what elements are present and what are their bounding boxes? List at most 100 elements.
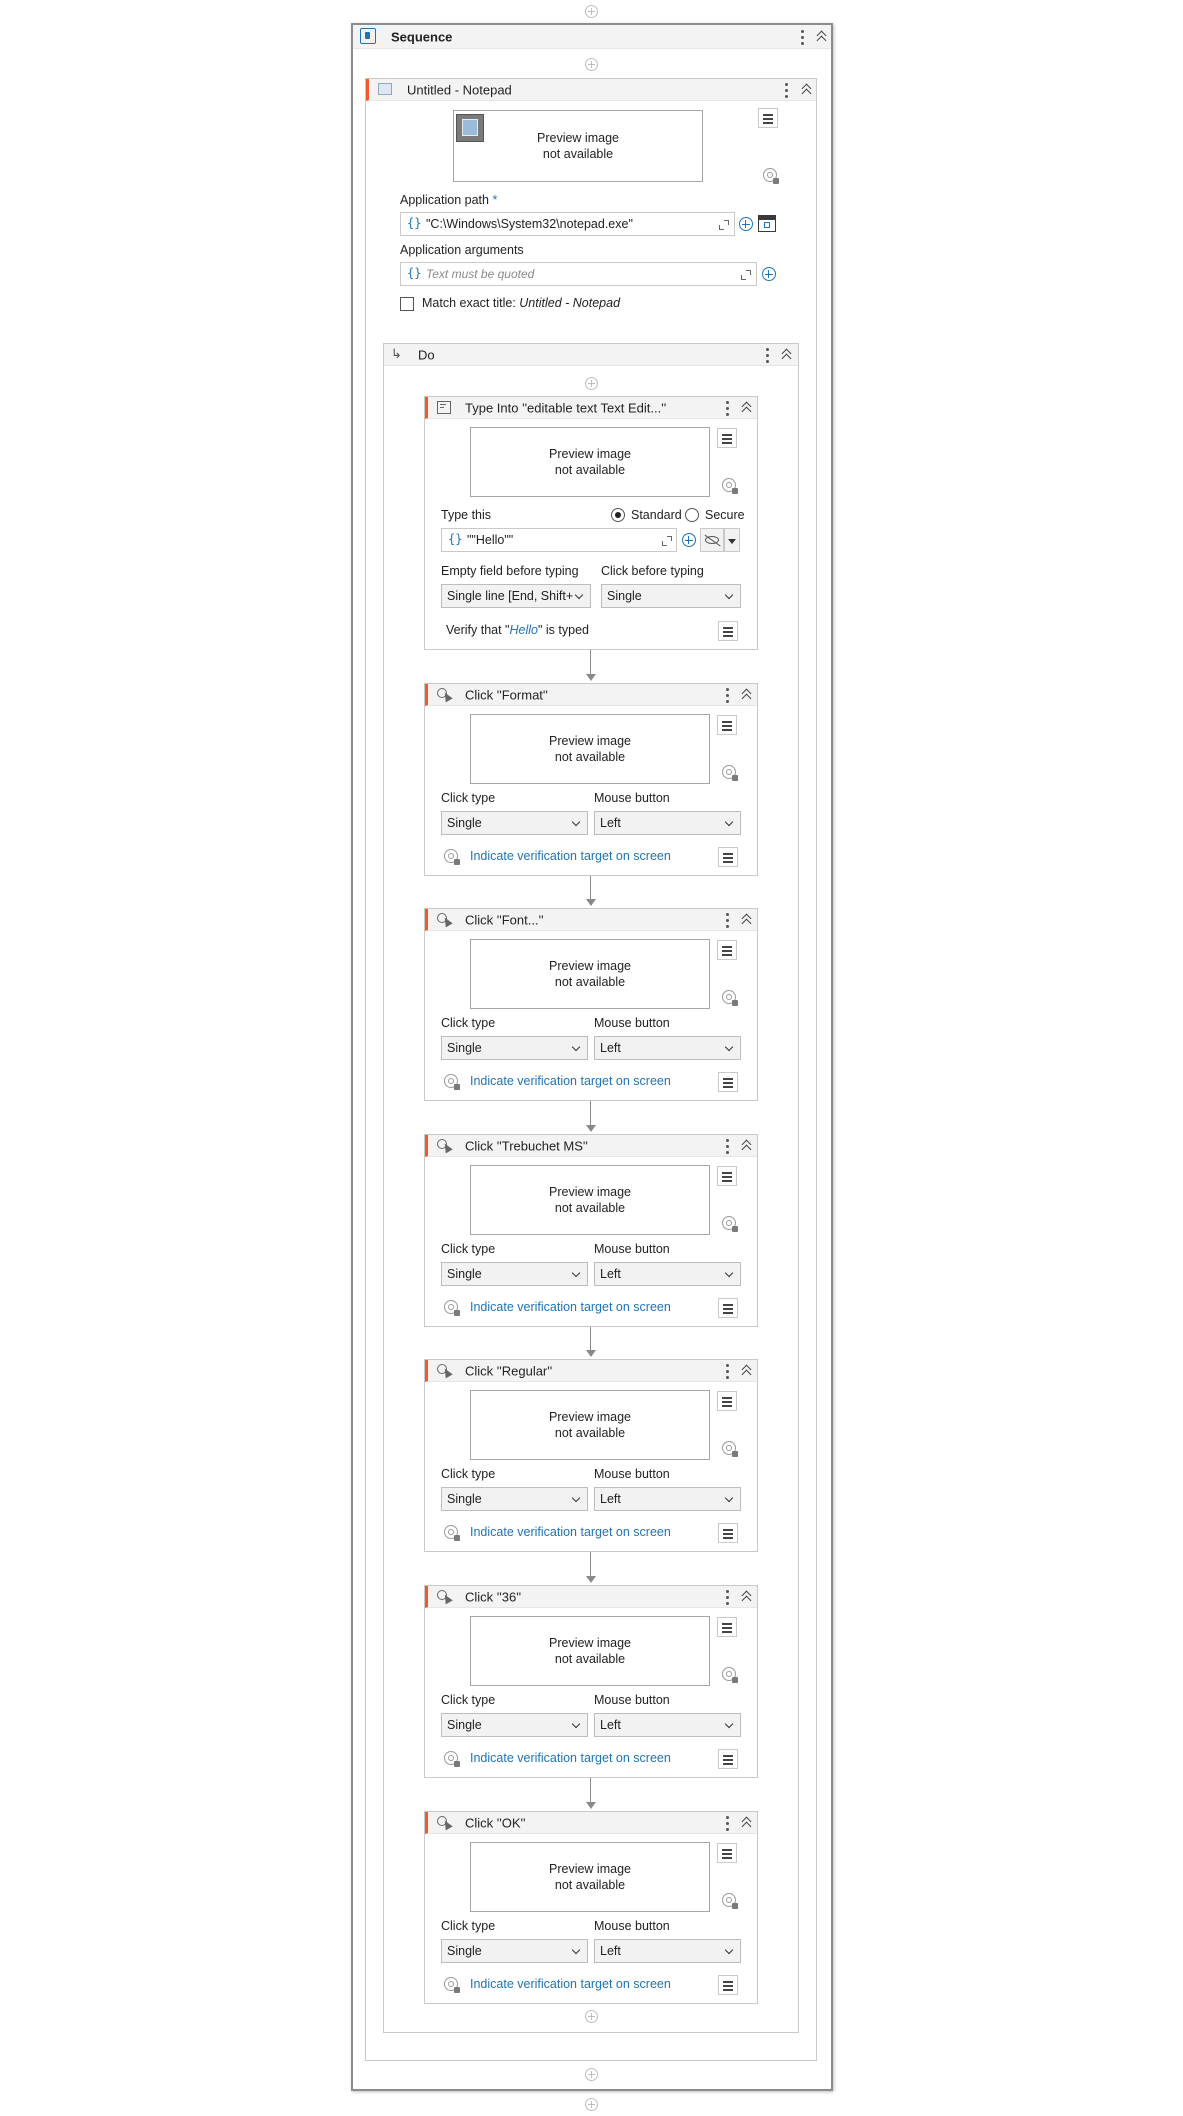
app-args-add-icon[interactable] <box>762 267 776 281</box>
open-app-header[interactable]: Untitled - Notepad <box>366 79 816 101</box>
mouse-button-select[interactable]: Left <box>594 1036 741 1060</box>
click-header[interactable]: Click ''Trebuchet MS'' <box>425 1135 757 1157</box>
add-activity-top-icon[interactable] <box>585 5 598 18</box>
open-app-target-icon[interactable] <box>763 168 779 184</box>
click-type-label: Click type <box>441 791 496 805</box>
indicate-verification-link[interactable]: Indicate verification target on screen <box>470 1300 671 1314</box>
app-path-field[interactable]: {} "C:\Windows\System32\notepad.exe" <box>400 212 735 236</box>
click-header[interactable]: Click ''OK'' <box>425 1812 757 1834</box>
hide-text-icon[interactable] <box>700 528 724 552</box>
verification-menu-icon[interactable] <box>718 1072 738 1092</box>
click-menu-icon[interactable] <box>717 1391 737 1411</box>
secure-radio[interactable] <box>685 508 699 522</box>
sequence-more-icon[interactable] <box>801 29 805 45</box>
indicate-verification-link[interactable]: Indicate verification target on screen <box>470 1525 671 1539</box>
do-collapse-icon[interactable] <box>781 348 793 360</box>
verification-menu-icon[interactable] <box>718 1975 738 1995</box>
add-activity-bottom-icon[interactable] <box>585 2098 598 2111</box>
add-activity-icon[interactable] <box>585 377 598 390</box>
click-target-icon[interactable] <box>722 990 738 1006</box>
click-type-select[interactable]: Single <box>441 1262 588 1286</box>
expand-icon[interactable] <box>662 536 672 546</box>
flow-arrow-icon <box>586 1576 596 1583</box>
click-title: Click ''Format'' <box>465 687 548 702</box>
click-target-icon[interactable] <box>722 1893 738 1909</box>
verification-menu-icon[interactable] <box>718 1749 738 1769</box>
empty-field-select[interactable]: Single line [End, Shift+H <box>441 584 591 608</box>
indicate-verification-link[interactable]: Indicate verification target on screen <box>470 1751 671 1765</box>
click-type-select[interactable]: Single <box>441 1713 588 1737</box>
standard-radio-label: Standard <box>631 508 682 522</box>
click-header[interactable]: Click ''Regular'' <box>425 1360 757 1382</box>
do-header[interactable]: ↳ Do <box>384 344 798 366</box>
verification-menu-icon[interactable] <box>718 1298 738 1318</box>
click-more-icon[interactable] <box>726 1815 730 1831</box>
type-into-collapse-icon[interactable] <box>741 401 753 413</box>
verification-menu-icon[interactable] <box>718 1523 738 1543</box>
click-target-icon[interactable] <box>722 1216 738 1232</box>
click-target-icon[interactable] <box>722 1667 738 1683</box>
add-activity-icon[interactable] <box>585 2010 598 2023</box>
verification-target-icon <box>444 1525 460 1541</box>
mouse-button-select[interactable]: Left <box>594 1713 741 1737</box>
add-activity-icon[interactable] <box>585 2068 598 2081</box>
type-this-field[interactable]: {} ""Hello"" <box>441 528 677 552</box>
click-header[interactable]: Click ''Font...'' <box>425 909 757 931</box>
do-more-icon[interactable] <box>766 347 770 363</box>
click-collapse-icon[interactable] <box>741 1590 753 1602</box>
type-into-target-icon[interactable] <box>722 478 738 494</box>
click-menu-icon[interactable] <box>717 1843 737 1863</box>
browse-app-icon[interactable] <box>758 215 776 232</box>
open-app-collapse-icon[interactable] <box>801 83 813 95</box>
expand-icon[interactable] <box>719 220 729 230</box>
standard-radio[interactable] <box>611 508 625 522</box>
click-more-icon[interactable] <box>726 687 730 703</box>
click-more-icon[interactable] <box>726 1589 730 1605</box>
mouse-button-select[interactable]: Left <box>594 1262 741 1286</box>
click-header[interactable]: Click ''Format'' <box>425 684 757 706</box>
click-more-icon[interactable] <box>726 1138 730 1154</box>
text-options-dropdown[interactable] <box>724 528 740 552</box>
expand-icon[interactable] <box>741 270 751 280</box>
click-type-select[interactable]: Single <box>441 1487 588 1511</box>
match-exact-title-checkbox[interactable] <box>400 297 414 311</box>
type-into-header[interactable]: Type Into ''editable text Text Edit...'' <box>425 397 757 419</box>
click-menu-icon[interactable] <box>717 1617 737 1637</box>
click-title: Click ''Regular'' <box>465 1363 553 1378</box>
click-type-select[interactable]: Single <box>441 1939 588 1963</box>
add-activity-icon[interactable] <box>585 58 598 71</box>
click-collapse-icon[interactable] <box>741 688 753 700</box>
app-path-add-icon[interactable] <box>739 217 753 231</box>
click-type-select[interactable]: Single <box>441 1036 588 1060</box>
type-this-add-icon[interactable] <box>682 533 696 547</box>
mouse-button-select[interactable]: Left <box>594 1939 741 1963</box>
click-collapse-icon[interactable] <box>741 1139 753 1151</box>
click-type-select[interactable]: Single <box>441 811 588 835</box>
sequence-collapse-icon[interactable] <box>816 30 828 42</box>
click-target-icon[interactable] <box>722 765 738 781</box>
click-target-icon[interactable] <box>722 1441 738 1457</box>
click-menu-icon[interactable] <box>717 940 737 960</box>
sequence-header[interactable]: Sequence <box>353 25 831 49</box>
click-collapse-icon[interactable] <box>741 1816 753 1828</box>
click-more-icon[interactable] <box>726 1363 730 1379</box>
mouse-button-select[interactable]: Left <box>594 811 741 835</box>
click-more-icon[interactable] <box>726 912 730 928</box>
click-menu-icon[interactable] <box>717 715 737 735</box>
mouse-button-select[interactable]: Left <box>594 1487 741 1511</box>
indicate-verification-link[interactable]: Indicate verification target on screen <box>470 1074 671 1088</box>
type-into-more-icon[interactable] <box>726 400 730 416</box>
indicate-verification-link[interactable]: Indicate verification target on screen <box>470 1977 671 1991</box>
click-menu-icon[interactable] <box>717 1166 737 1186</box>
verification-menu-icon[interactable] <box>718 847 738 867</box>
indicate-verification-link[interactable]: Indicate verification target on screen <box>470 849 671 863</box>
click-before-select[interactable]: Single <box>601 584 741 608</box>
click-collapse-icon[interactable] <box>741 913 753 925</box>
open-app-more-icon[interactable] <box>785 82 789 98</box>
click-collapse-icon[interactable] <box>741 1364 753 1376</box>
type-into-menu-icon[interactable] <box>717 428 737 448</box>
click-header[interactable]: Click ''36'' <box>425 1586 757 1608</box>
app-args-field[interactable]: {} Text must be quoted <box>400 262 757 286</box>
verify-menu-icon[interactable] <box>718 621 738 641</box>
open-app-menu-icon[interactable] <box>758 108 778 128</box>
